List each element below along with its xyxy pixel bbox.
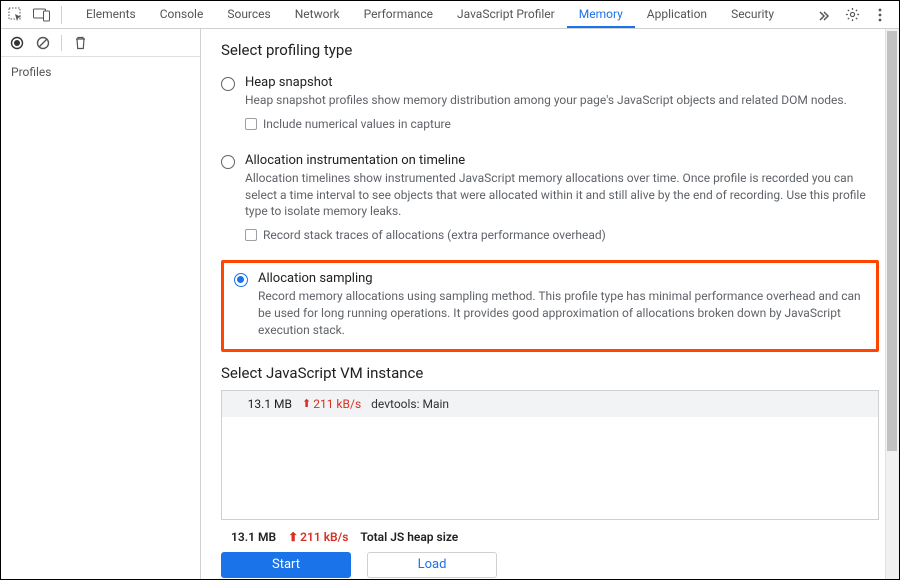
tab-sources[interactable]: Sources [215,1,282,28]
radio-icon[interactable] [221,77,235,91]
option-desc: Allocation timelines show instrumented J… [245,170,879,220]
summary-label: Total JS heap size [360,530,458,544]
record-icon[interactable] [9,35,25,51]
option-allocation-timeline[interactable]: Allocation instrumentation on timeline A… [221,149,879,246]
up-arrow-icon: ⬆ [302,397,311,410]
device-toggle-icon[interactable] [31,4,53,26]
summary-rate: ⬆ 211 kB/s [288,530,348,544]
tab-security[interactable]: Security [719,1,786,28]
tab-performance[interactable]: Performance [352,1,445,28]
tab-console[interactable]: Console [148,1,216,28]
main-split: Profiles Select profiling type Heap snap… [1,29,899,579]
clear-icon[interactable] [35,35,51,51]
sub-label: Include numerical values in capture [263,117,451,131]
option-desc: Record memory allocations using sampling… [258,288,866,338]
scrollbar-thumb[interactable] [887,31,897,451]
tab-elements[interactable]: Elements [74,1,148,28]
profiling-heading: Select profiling type [221,41,879,59]
tab-jsprofiler[interactable]: JavaScript Profiler [445,1,567,28]
vm-summary: 13.1 MB ⬆ 211 kB/s Total JS heap size [221,520,879,552]
scrollbar[interactable] [885,29,899,579]
vm-rate: ⬆ 211 kB/s [302,397,361,411]
start-button[interactable]: Start [221,552,351,578]
delete-icon[interactable] [72,35,88,51]
highlighted-option-box: Allocation sampling Record memory alloca… [221,260,879,351]
vm-mem: 13.1 MB [232,397,292,411]
option-heap-snapshot[interactable]: Heap snapshot Heap snapshot profiles sho… [221,71,879,135]
devtools-topbar: Elements Console Sources Network Perform… [1,1,899,29]
checkbox-icon[interactable] [245,229,257,241]
radio-icon[interactable] [234,273,248,287]
inspect-icon[interactable] [5,4,27,26]
load-button[interactable]: Load [367,552,497,578]
sidebar: Profiles [1,29,201,579]
summary-mem: 13.1 MB [231,530,276,544]
option-desc: Heap snapshot profiles show memory distr… [245,92,879,109]
option-allocation-sampling[interactable]: Allocation sampling Record memory alloca… [234,271,866,338]
tab-application[interactable]: Application [635,1,719,28]
vm-name: devtools: Main [371,397,449,411]
option-title: Allocation sampling [258,271,866,286]
option-title: Heap snapshot [245,75,879,90]
action-row: Start Load [221,552,879,579]
sidebar-toolbar [1,29,200,57]
vm-list: 13.1 MB ⬆ 211 kB/s devtools: Main [221,390,879,520]
more-tabs-icon[interactable] [813,4,835,26]
sub-label: Record stack traces of allocations (extr… [263,228,606,242]
option-sub[interactable]: Include numerical values in capture [245,117,879,131]
kebab-menu-icon[interactable] [869,4,891,26]
content-pane: Select profiling type Heap snapshot Heap… [201,29,899,579]
checkbox-icon[interactable] [245,118,257,130]
vm-heading: Select JavaScript VM instance [221,364,879,382]
sidebar-section-profiles: Profiles [1,57,200,87]
devtools-tabs: Elements Console Sources Network Perform… [74,1,809,28]
tab-network[interactable]: Network [283,1,352,28]
vm-row[interactable]: 13.1 MB ⬆ 211 kB/s devtools: Main [222,391,878,417]
vm-section: Select JavaScript VM instance 13.1 MB ⬆ … [221,364,879,579]
up-arrow-icon: ⬆ [288,530,298,544]
option-sub[interactable]: Record stack traces of allocations (extr… [245,228,879,242]
radio-icon[interactable] [221,155,235,169]
option-title: Allocation instrumentation on timeline [245,153,879,168]
settings-gear-icon[interactable] [841,4,863,26]
tab-memory[interactable]: Memory [567,1,635,28]
